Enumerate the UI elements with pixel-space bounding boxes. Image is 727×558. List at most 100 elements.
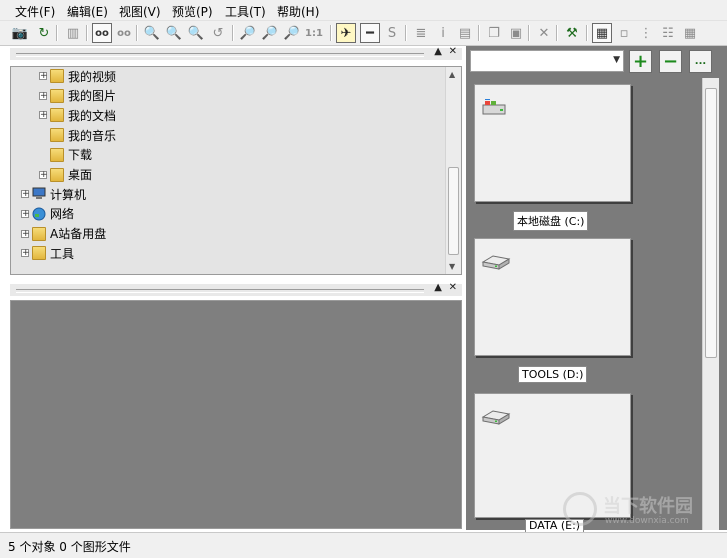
music-folder-icon — [50, 128, 64, 143]
tree-scrollbar[interactable]: ▲ ▼ — [445, 67, 461, 274]
ellipsis-icon: ... — [694, 56, 707, 67]
tree-item[interactable]: + 我的文档 — [39, 106, 116, 124]
scroll-up-icon[interactable]: ▲ — [449, 70, 455, 79]
document-icon[interactable]: ▤ — [455, 23, 475, 43]
thumbnail-card-e[interactable] — [474, 393, 631, 518]
status-bar: 5 个对象 0 个图形文件 — [0, 532, 727, 558]
tree-pane-close-icon[interactable]: ✕ — [449, 46, 457, 57]
details-view-icon[interactable]: ▦ — [680, 23, 700, 43]
refresh-icon[interactable]: ↻ — [34, 23, 54, 43]
expand-icon[interactable]: + — [39, 91, 48, 100]
zoom-window-icon[interactable]: 🔎 — [238, 23, 258, 43]
chevron-down-icon[interactable]: ▼ — [613, 55, 620, 65]
tree-item[interactable]: 我的音乐 — [39, 126, 116, 144]
tree-item[interactable]: + 工具 — [21, 244, 74, 262]
menu-edit[interactable]: 编辑(E) — [67, 3, 108, 20]
thumbnail-card-d[interactable] — [474, 238, 631, 356]
filmstrip-icon[interactable]: ▥ — [63, 23, 83, 43]
tree-item[interactable]: + 网络 — [21, 205, 74, 223]
toolbar-separator — [136, 25, 138, 41]
zoom-fit-icon[interactable]: 🔍 — [186, 23, 206, 43]
zoom-minus-icon[interactable]: 🔎 — [282, 23, 302, 43]
tree-item[interactable]: + 计算机 — [21, 185, 86, 203]
delete-icon[interactable]: ✕ — [534, 23, 554, 43]
expand-icon[interactable]: + — [39, 170, 48, 179]
run-icon[interactable]: ✈ — [336, 23, 356, 43]
network-icon — [32, 207, 46, 221]
tree-item-label: 我的图片 — [68, 89, 117, 104]
scroll-down-icon[interactable]: ▼ — [449, 262, 455, 271]
zoom-plus-icon[interactable]: 🔎 — [260, 23, 280, 43]
windows-drive-icon — [482, 99, 506, 115]
stack-icon[interactable]: ≣ — [411, 23, 431, 43]
thumbnail-caption-c: 本地磁盘 (C:) — [513, 211, 589, 231]
expand-icon[interactable]: + — [21, 229, 30, 238]
stereo-view-icon[interactable]: oo — [92, 23, 112, 43]
camera-icon[interactable]: 📷 — [10, 23, 30, 43]
tree-item[interactable]: + 桌面 — [39, 166, 92, 184]
tree-item-label: 我的文档 — [68, 108, 117, 123]
tree-view-icon[interactable]: ⋮ — [636, 23, 656, 43]
expand-icon[interactable]: + — [39, 72, 48, 81]
tree-item[interactable]: + 我的视频 — [39, 67, 116, 85]
zoom-in-icon[interactable]: 🔍 — [164, 23, 184, 43]
menu-tools[interactable]: 工具(T) — [225, 3, 266, 20]
actual-size-icon[interactable]: 1:1 — [304, 23, 324, 43]
menu-help[interactable]: 帮助(H) — [277, 3, 319, 20]
ruler-icon[interactable]: ━ — [360, 23, 380, 43]
more-button[interactable]: ... — [689, 50, 712, 73]
thumbnails-view-icon[interactable]: ▦ — [592, 23, 612, 43]
toolbar-separator — [232, 25, 234, 41]
stereo-view-alt-icon[interactable]: oo — [114, 23, 134, 43]
expand-icon[interactable]: + — [21, 209, 30, 218]
s-icon[interactable]: S — [382, 23, 402, 43]
zoom-out-icon[interactable]: 🔍 — [142, 23, 162, 43]
tree-item-label: 工具 — [50, 246, 75, 261]
paste-icon[interactable]: ▣ — [506, 23, 526, 43]
toolbar-separator — [528, 25, 530, 41]
hard-drive-icon — [481, 255, 511, 270]
pictures-folder-icon — [50, 88, 64, 103]
tree-scroll-thumb[interactable] — [448, 167, 459, 255]
preview-pane-grip[interactable] — [16, 289, 424, 293]
menu-view[interactable]: 视图(V) — [119, 3, 161, 20]
remove-button[interactable]: − — [659, 50, 682, 73]
tools-icon[interactable]: ⚒ — [562, 23, 582, 43]
toolbar: 📷 ↻ ▥ oo oo 🔍 🔍 🔍 ↺ 🔎 🔎 🔎 1:1 ✈ ━ S ≣ i ▤ ❐ ▣ ✕ ⚒ ▦ ▫ ⋮ ☷ ▦ — [0, 21, 727, 46]
zoom-rotate-icon[interactable]: ↺ — [208, 23, 228, 43]
thumbnail-scroll-thumb[interactable] — [705, 88, 717, 358]
video-folder-icon — [50, 69, 64, 83]
tree-item[interactable]: 下载 — [39, 146, 92, 164]
toolbar-separator — [330, 25, 332, 41]
tree-pane-pin-icon[interactable]: ▲ — [434, 46, 442, 57]
menu-file[interactable]: 文件(F) — [15, 3, 55, 20]
menu-preview[interactable]: 预览(P) — [172, 3, 213, 20]
toolbar-separator — [405, 25, 407, 41]
preview-pane-header: ▲ ✕ — [10, 282, 462, 296]
tree-item-label: 我的视频 — [68, 69, 117, 84]
folder-icon — [32, 246, 46, 261]
info-icon[interactable]: i — [433, 23, 453, 43]
path-combo[interactable]: ▼ — [470, 50, 624, 72]
add-button[interactable]: + — [629, 50, 652, 73]
tree-item[interactable]: + 我的图片 — [39, 87, 116, 105]
toolbar-separator — [556, 25, 558, 41]
thumbnail-scrollbar[interactable] — [702, 78, 719, 530]
expand-icon[interactable]: + — [21, 190, 30, 199]
toolbar-separator — [586, 25, 588, 41]
hard-drive-icon — [481, 410, 511, 425]
preview-pane-close-icon[interactable]: ✕ — [449, 282, 457, 293]
copy-icon[interactable]: ❐ — [484, 23, 504, 43]
preview-pane-pin-icon[interactable]: ▲ — [434, 282, 442, 293]
tree-pane-grip[interactable] — [16, 53, 424, 57]
folder-tree: + 我的视频 + 我的图片 + 我的文档 我的音乐 下载 + 桌面 + 计算机 + 网络 + A站备用盘 + 工具… — [10, 66, 462, 275]
thumbnail-card-c[interactable] — [474, 84, 631, 202]
expand-icon[interactable]: + — [21, 249, 30, 258]
list-view-icon[interactable]: ☷ — [658, 23, 678, 43]
tree-pane-header: ▲ ✕ — [10, 46, 462, 60]
tree-item-label: 我的音乐 — [68, 128, 117, 143]
tree-item[interactable]: + A站备用盘 — [21, 225, 106, 243]
large-icons-view-icon[interactable]: ▫ — [614, 23, 634, 43]
plus-icon: + — [632, 51, 649, 72]
expand-icon[interactable]: + — [39, 111, 48, 120]
